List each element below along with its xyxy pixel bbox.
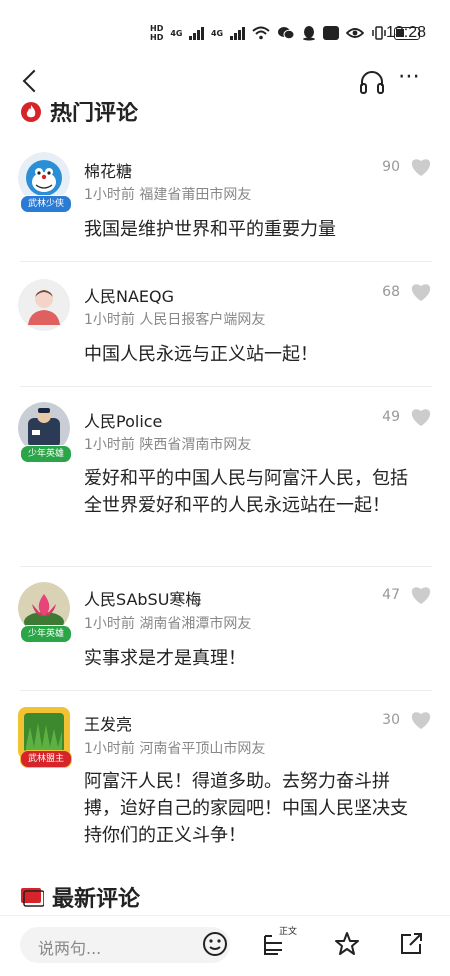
top-nav-bar: ⋯ <box>0 62 450 102</box>
comment-text: 爱好和平的中国人民与阿富汗人民，包括全世界爱好和平的人民永远站在一起！ <box>84 468 408 516</box>
username[interactable]: 人民Police <box>84 408 162 432</box>
headphone-icon[interactable] <box>358 68 386 96</box>
username[interactable]: 人民NAEQG <box>84 283 174 307</box>
network-type-1: 4G <box>170 28 183 38</box>
comment-location: 湖南省湘潭市网友 <box>139 616 252 632</box>
comment-time: 1小时前 <box>84 616 135 632</box>
divider <box>20 261 432 262</box>
divider <box>20 566 432 567</box>
tiktok-icon <box>322 26 339 40</box>
comment-time: 1小时前 <box>84 312 135 328</box>
clock: 13:28 <box>385 24 426 41</box>
like-count: 90 <box>382 159 400 175</box>
hot-comments-header: 热门评论 <box>20 102 138 128</box>
flame-icon <box>21 102 41 122</box>
section-title: 热门评论 <box>50 102 139 126</box>
comment-time: 1小时前 <box>84 437 135 453</box>
comment-location: 河南省平顶山市网友 <box>139 741 266 757</box>
comment-location: 陕西省渭南市网友 <box>139 437 252 453</box>
bottom-action-bar: 说两句... 正文 <box>0 915 450 976</box>
emoji-icon[interactable] <box>201 930 229 958</box>
signal-icon-2 <box>230 26 245 40</box>
comment-text: 阿富汗人民！得道多助。去努力奋斗拼搏，迨好自己的家园吧！中国人民坚决支持你们的正… <box>84 771 408 846</box>
status-bar: HD HD 4G 4G 13:28 <box>0 0 450 62</box>
comment-text: 中国人民永远与正义站一起！ <box>84 344 318 365</box>
latest-comments-header: 最新评论 <box>20 882 140 912</box>
qq-icon <box>302 26 315 41</box>
user-badge: 少年英雄 <box>20 445 72 463</box>
comment-meta: 1小时前 人民日报客户端网友 <box>84 309 265 329</box>
comment-location: 人民日报客户端网友 <box>139 312 266 328</box>
like-count: 68 <box>382 284 400 300</box>
vibrate-icon <box>371 26 386 40</box>
comment-time: 1小时前 <box>84 741 135 757</box>
eye-icon <box>345 28 364 38</box>
network-type-2: 4G <box>210 28 224 38</box>
user-badge: 少年英雄 <box>20 625 72 643</box>
comment-box-icon <box>21 888 44 907</box>
like-count: 30 <box>382 712 400 728</box>
heart-icon[interactable] <box>410 282 432 302</box>
wechat-icon <box>277 27 295 40</box>
divider <box>20 386 432 387</box>
comment-input[interactable]: 说两句... <box>20 927 230 963</box>
like-count: 49 <box>382 409 400 425</box>
user-badge: 武林少侠 <box>20 195 72 213</box>
share-icon[interactable] <box>397 930 425 958</box>
comment-text: 实事求是才是真理！ <box>84 648 246 669</box>
like-count: 47 <box>382 587 400 603</box>
article-text-label: 正文 <box>279 927 298 937</box>
username[interactable]: 棉花糖 <box>84 158 132 182</box>
username[interactable]: 人民SAbSU寒梅 <box>84 586 201 610</box>
comment-meta: 1小时前 湖南省湘潭市网友 <box>84 613 251 633</box>
hd-indicator: HD HD <box>150 24 164 42</box>
heart-icon[interactable] <box>410 710 432 730</box>
back-button[interactable] <box>18 67 48 97</box>
comment-meta: 1小时前 河南省平顶山市网友 <box>84 738 265 758</box>
more-options-icon[interactable]: ⋯ <box>398 64 421 89</box>
avatar[interactable] <box>18 279 70 331</box>
heart-icon[interactable] <box>410 585 432 605</box>
username[interactable]: 王发亮 <box>84 711 132 735</box>
comment-meta: 1小时前 陕西省渭南市网友 <box>84 434 251 454</box>
comment-location: 福建省莆田市网友 <box>139 187 252 203</box>
back-arrow-icon <box>22 69 46 93</box>
user-badge: 武林盟主 <box>20 750 72 768</box>
heart-icon[interactable] <box>410 157 432 177</box>
heart-icon[interactable] <box>410 407 432 427</box>
status-icons: HD HD 4G 4G <box>150 22 420 44</box>
section-title: 最新评论 <box>52 887 141 912</box>
signal-icon <box>189 26 204 40</box>
comment-text: 我国是维护世界和平的重要力量 <box>84 219 336 240</box>
comment-input-placeholder: 说两句... <box>38 939 102 958</box>
wifi-icon <box>251 26 270 40</box>
star-icon[interactable] <box>333 930 361 958</box>
divider <box>20 690 432 691</box>
comment-time: 1小时前 <box>84 187 135 203</box>
comment-meta: 1小时前 福建省莆田市网友 <box>84 184 251 204</box>
